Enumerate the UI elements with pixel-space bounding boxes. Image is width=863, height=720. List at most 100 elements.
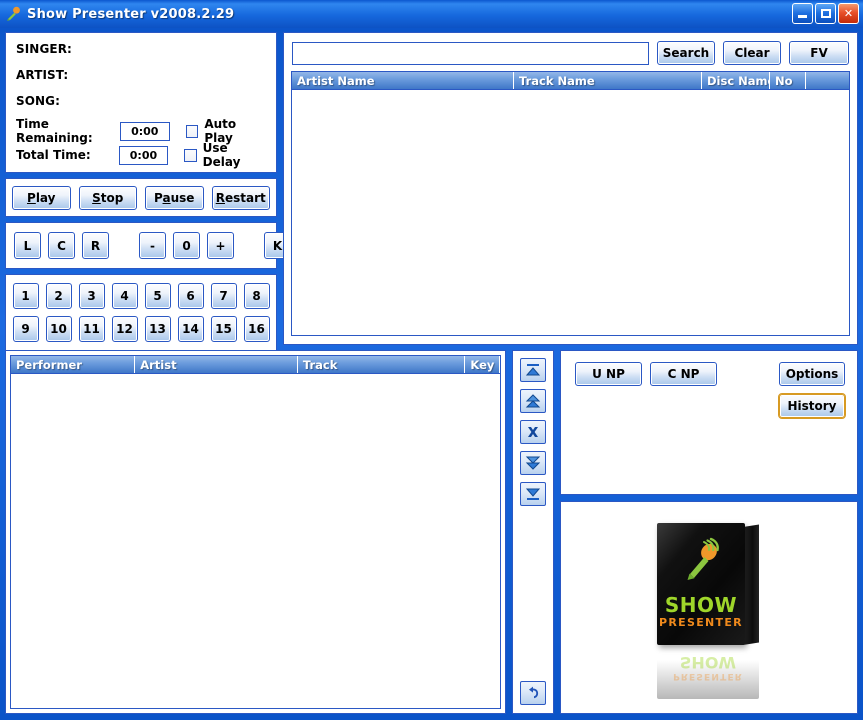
product-box-artwork: SHOW PRESENTER SHOW PRESENTER bbox=[649, 513, 769, 703]
box-title: SHOW bbox=[664, 592, 738, 617]
search-bar: Search Clear FV bbox=[284, 33, 857, 71]
column-header-performer[interactable]: Performer bbox=[11, 356, 136, 373]
number-button-8[interactable]: 8 bbox=[243, 283, 270, 309]
library-grid-body[interactable] bbox=[292, 90, 849, 335]
number-button-9[interactable]: 9 bbox=[12, 316, 39, 342]
center-channel-button[interactable]: C bbox=[48, 232, 75, 259]
number-row-2: 9 10 11 12 13 14 15 16 bbox=[12, 316, 270, 342]
window-title: Show Presenter v2008.2.29 bbox=[27, 6, 235, 22]
number-button-3[interactable]: 3 bbox=[78, 283, 105, 309]
playlist-order-toolbar bbox=[512, 350, 554, 714]
column-header-disc-name[interactable]: Disc Name bbox=[702, 72, 770, 89]
total-time-row: Total Time: 0:00 Use Delay bbox=[16, 141, 266, 169]
column-header-artist[interactable]: Artist bbox=[135, 356, 298, 373]
move-to-bottom-button[interactable] bbox=[520, 482, 546, 506]
right-channel-button[interactable]: R bbox=[82, 232, 109, 259]
search-button[interactable]: Search bbox=[657, 41, 715, 65]
number-button-5[interactable]: 5 bbox=[144, 283, 171, 309]
time-remaining-value: 0:00 bbox=[119, 121, 170, 141]
box-spine bbox=[743, 523, 759, 645]
play-label: lay bbox=[35, 190, 56, 205]
search-input[interactable] bbox=[292, 41, 649, 65]
number-button-12[interactable]: 12 bbox=[111, 316, 138, 342]
bottom-section: Performer Artist Track Key U NP C NP Opt… bbox=[5, 350, 858, 714]
column-header-track-name[interactable]: Track Name bbox=[514, 72, 702, 89]
move-down-button[interactable] bbox=[520, 451, 546, 475]
playlist-grid-body[interactable] bbox=[11, 374, 500, 708]
c-np-button[interactable]: C NP bbox=[650, 362, 717, 386]
number-button-11[interactable]: 11 bbox=[78, 316, 105, 342]
maximize-button[interactable] bbox=[815, 3, 836, 24]
box-front: SHOW PRESENTER bbox=[657, 522, 745, 645]
close-x-icon bbox=[528, 427, 538, 437]
minimize-button[interactable] bbox=[792, 3, 813, 24]
column-header-artist-name[interactable]: Artist Name bbox=[292, 72, 514, 89]
time-remaining-label: Time Remaining: bbox=[16, 117, 93, 145]
total-time-label: Total Time: bbox=[16, 148, 91, 162]
number-button-10[interactable]: 10 bbox=[45, 316, 72, 342]
play-button[interactable]: Play bbox=[12, 185, 71, 210]
undo-button[interactable] bbox=[520, 681, 546, 705]
time-rows: Time Remaining: 0:00 Auto Play Total Tim… bbox=[16, 117, 266, 169]
use-delay-label: Use Delay bbox=[202, 141, 241, 169]
number-button-2[interactable]: 2 bbox=[45, 283, 72, 309]
move-to-bottom-icon bbox=[525, 488, 541, 500]
playlist-grid: Performer Artist Track Key bbox=[10, 355, 501, 709]
pause-button[interactable]: Pause bbox=[145, 185, 204, 210]
column-header-key[interactable]: Key bbox=[465, 356, 500, 373]
playlist-panel: Performer Artist Track Key bbox=[5, 350, 506, 714]
pitch-group: - 0 + bbox=[139, 232, 234, 259]
move-down-icon bbox=[525, 456, 541, 470]
number-button-4[interactable]: 4 bbox=[111, 283, 138, 309]
fv-button[interactable]: FV bbox=[789, 41, 849, 65]
history-button[interactable]: History bbox=[778, 393, 846, 419]
window-controls: ✕ bbox=[792, 3, 859, 24]
minus-button[interactable]: - bbox=[139, 232, 166, 259]
number-button-15[interactable]: 15 bbox=[210, 316, 237, 342]
order-buttons bbox=[520, 358, 546, 506]
column-header-no[interactable]: No bbox=[770, 72, 806, 89]
number-button-16[interactable]: 16 bbox=[243, 316, 270, 342]
close-button[interactable]: ✕ bbox=[838, 3, 859, 24]
column-header-track[interactable]: Track bbox=[298, 356, 466, 373]
song-label: SONG: bbox=[16, 94, 61, 108]
lcr-group: L C R bbox=[14, 232, 109, 259]
maximize-icon bbox=[820, 9, 831, 18]
number-button-6[interactable]: 6 bbox=[177, 283, 204, 309]
left-channel-button[interactable]: L bbox=[14, 232, 41, 259]
box-reflection: SHOW PRESENTER bbox=[657, 646, 759, 699]
move-up-button[interactable] bbox=[520, 389, 546, 413]
box-subtitle: PRESENTER bbox=[659, 615, 743, 629]
clear-button[interactable]: Clear bbox=[723, 41, 781, 65]
box-reflection-subtitle: PRESENTER bbox=[673, 670, 743, 681]
undo-arrow-icon bbox=[529, 686, 539, 699]
use-delay-checkbox-row[interactable]: Use Delay bbox=[184, 141, 266, 169]
time-remaining-row: Time Remaining: 0:00 Auto Play bbox=[16, 117, 266, 145]
move-to-top-icon bbox=[525, 364, 541, 376]
minimize-icon bbox=[798, 15, 807, 18]
restart-button[interactable]: Restart bbox=[211, 185, 270, 210]
use-delay-checkbox[interactable] bbox=[184, 148, 197, 162]
library-grid-header: Artist Name Track Name Disc Name No bbox=[292, 72, 849, 90]
zero-button[interactable]: 0 bbox=[173, 232, 200, 259]
number-button-14[interactable]: 14 bbox=[177, 316, 204, 342]
number-button-7[interactable]: 7 bbox=[210, 283, 237, 309]
now-playing-panel: SINGER: ARTIST: SONG: Time Remaining: 0:… bbox=[5, 32, 277, 173]
u-np-button[interactable]: U NP bbox=[575, 362, 642, 386]
close-icon: ✕ bbox=[843, 7, 854, 20]
options-button[interactable]: Options bbox=[779, 362, 845, 386]
move-to-top-button[interactable] bbox=[520, 358, 546, 382]
number-button-1[interactable]: 1 bbox=[12, 283, 39, 309]
singer-label: SINGER: bbox=[16, 42, 72, 56]
right-control-column: U NP C NP Options History SHOW PRESENTER bbox=[560, 350, 858, 714]
plus-button[interactable]: + bbox=[207, 232, 234, 259]
delete-button[interactable] bbox=[520, 420, 546, 444]
left-control-column: SINGER: ARTIST: SONG: Time Remaining: 0:… bbox=[5, 32, 291, 351]
application-window: Show Presenter v2008.2.29 ✕ SINGER: ARTI… bbox=[0, 0, 863, 720]
number-button-13[interactable]: 13 bbox=[144, 316, 171, 342]
stop-button[interactable]: Stop bbox=[78, 185, 137, 210]
auto-play-checkbox[interactable] bbox=[185, 124, 199, 138]
now-playing-actions-panel: U NP C NP Options History bbox=[560, 350, 858, 495]
channel-panel: L C R - 0 + K bbox=[5, 222, 291, 269]
library-search-panel: Search Clear FV Artist Name Track Name D… bbox=[283, 32, 858, 345]
